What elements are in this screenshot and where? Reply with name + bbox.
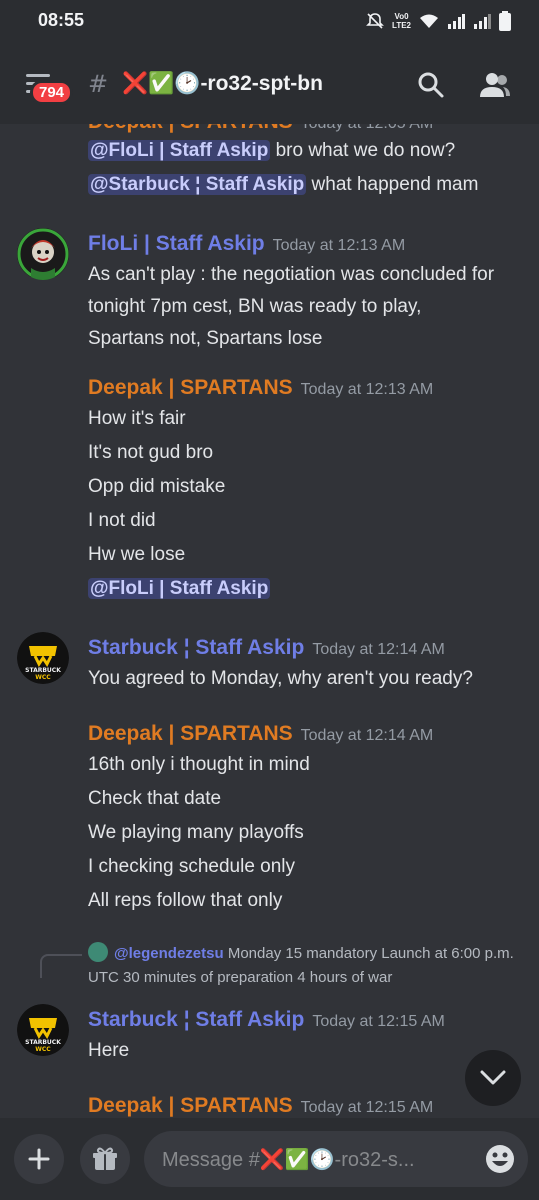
- channel-name[interactable]: ❌✅🕑-ro32-spt-bn: [122, 72, 323, 96]
- plus-icon: [28, 1148, 50, 1170]
- gift-icon: [93, 1147, 117, 1170]
- author-name[interactable]: Starbuck ¦ Staff Askip: [88, 1008, 304, 1031]
- scroll-to-bottom-button[interactable]: [465, 1050, 521, 1106]
- signal-icon-2: [474, 14, 491, 29]
- message-line: Hw we lose: [88, 544, 186, 565]
- battery-icon: [499, 11, 511, 31]
- message-line: Check that date: [88, 788, 222, 809]
- message-author-line: Deepak | SPARTANS Today at 12:13 AM: [88, 376, 433, 400]
- author-name[interactable]: Deepak | SPARTANS: [88, 1094, 293, 1117]
- avatar-floli[interactable]: [17, 228, 69, 280]
- add-attachment-button[interactable]: [14, 1134, 64, 1184]
- message-line: Opp did mistake: [88, 476, 226, 497]
- message-author-line: Starbuck ¦ Staff Askip Today at 12:15 AM: [88, 1008, 445, 1032]
- timestamp: Today at 12:15 AM: [312, 1013, 445, 1030]
- message-line: It's not gud bro: [88, 442, 214, 463]
- status-icons: Vo0 LTE2: [366, 10, 511, 32]
- author-name[interactable]: Deepak | SPARTANS: [88, 376, 293, 399]
- svg-text:STARBUCK: STARBUCK: [25, 667, 61, 674]
- reply-preview[interactable]: @legendezetsu Monday 15 mandatory Launch…: [88, 942, 528, 990]
- message-line: How it's fair: [88, 408, 186, 429]
- svg-text:WCC: WCC: [35, 674, 51, 681]
- message-line: @Starbuck ¦ Staff Askip what happend mam: [88, 174, 479, 195]
- message-line: Spartans not, Spartans lose: [88, 328, 323, 349]
- message-line: @FloLi | Staff Askip: [88, 578, 271, 600]
- emoji-button[interactable]: [484, 1143, 516, 1175]
- reply-avatar: [88, 942, 108, 962]
- svg-text:WCC: WCC: [35, 1046, 51, 1053]
- user-mention[interactable]: @FloLi | Staff Askip: [88, 578, 271, 599]
- status-time: 08:55: [38, 10, 85, 30]
- timestamp: Today at 12:14 AM: [300, 727, 434, 744]
- volte-indicator: Vo0 LTE2: [392, 12, 411, 30]
- timestamp: Today at 12:15 AM: [300, 1099, 434, 1116]
- user-mention[interactable]: @FloLi | Staff Askip: [88, 140, 271, 161]
- timestamp: Today at 12:13 AM: [300, 381, 434, 398]
- signal-icon: [448, 14, 465, 29]
- channel-header: 794 # ❌✅🕑-ro32-spt-bn: [0, 44, 539, 124]
- message-line: I checking schedule only: [88, 856, 296, 877]
- message-list[interactable]: Deepak | SPARTANS Today at 12:05 AM @FloL…: [0, 124, 539, 1118]
- message-author-line: Starbuck ¦ Staff Askip Today at 12:14 AM: [88, 636, 445, 660]
- message-line: I not did: [88, 510, 156, 531]
- reply-mention[interactable]: @legendezetsu: [114, 945, 224, 962]
- do-not-disturb-icon: [366, 13, 384, 29]
- emoji-icon: [486, 1145, 514, 1173]
- composer-bar: Message #❌✅🕑-ro32-s...: [0, 1118, 539, 1200]
- author-name[interactable]: Starbuck ¦ Staff Askip: [88, 636, 304, 659]
- message-author-line: Deepak | SPARTANS Today at 12:14 AM: [88, 722, 433, 746]
- members-icon: [480, 73, 510, 97]
- gift-button[interactable]: [80, 1134, 130, 1184]
- user-mention[interactable]: @Starbuck ¦ Staff Askip: [88, 174, 307, 195]
- message-input[interactable]: Message #❌✅🕑-ro32-s...: [144, 1131, 528, 1187]
- status-bar: 08:55 Vo0 LTE2: [0, 0, 539, 44]
- avatar-starbuck[interactable]: STARBUCK WCC: [17, 1004, 69, 1056]
- message-input-placeholder: Message #❌✅🕑-ro32-s...: [162, 1149, 415, 1171]
- unread-badge: 794: [30, 80, 74, 105]
- timestamp: Today at 12:13 AM: [272, 237, 406, 254]
- author-name[interactable]: Deepak | SPARTANS: [88, 722, 293, 745]
- message-line: @FloLi | Staff Askip bro what we do now?: [88, 140, 456, 161]
- timestamp: Today at 12:05 AM: [301, 124, 434, 132]
- reply-connector: [40, 954, 82, 978]
- message-line: You agreed to Monday, why aren't you rea…: [88, 668, 473, 689]
- message-line: tonight 7pm cest, BN was ready to play,: [88, 296, 422, 317]
- timestamp: Today at 12:14 AM: [312, 641, 445, 658]
- svg-text:STARBUCK: STARBUCK: [25, 1039, 61, 1046]
- author-name[interactable]: FloLi | Staff Askip: [88, 232, 265, 255]
- message-line: As can't play : the negotiation was conc…: [88, 264, 495, 285]
- message-line: 16th only i thought in mind: [88, 754, 310, 775]
- author-name[interactable]: Deepak | SPARTANS: [88, 124, 293, 133]
- message-line: Here: [88, 1040, 130, 1061]
- channel-lock-hash-icon: #: [88, 70, 109, 98]
- members-button[interactable]: [478, 68, 512, 102]
- message-author-line: FloLi | Staff Askip Today at 12:13 AM: [88, 232, 405, 256]
- chevron-down-icon: [480, 1070, 506, 1085]
- message-line: All reps follow that only: [88, 890, 283, 911]
- message-author-line: Deepak | SPARTANS Today at 12:15 AM: [88, 1094, 433, 1118]
- message-author-line: Deepak | SPARTANS Today at 12:05 AM: [88, 124, 433, 134]
- search-icon: [418, 72, 444, 98]
- search-button[interactable]: [414, 68, 448, 102]
- avatar-starbuck[interactable]: STARBUCK WCC: [17, 632, 69, 684]
- message-line: We playing many playoffs: [88, 822, 304, 843]
- wifi-icon: [420, 14, 438, 28]
